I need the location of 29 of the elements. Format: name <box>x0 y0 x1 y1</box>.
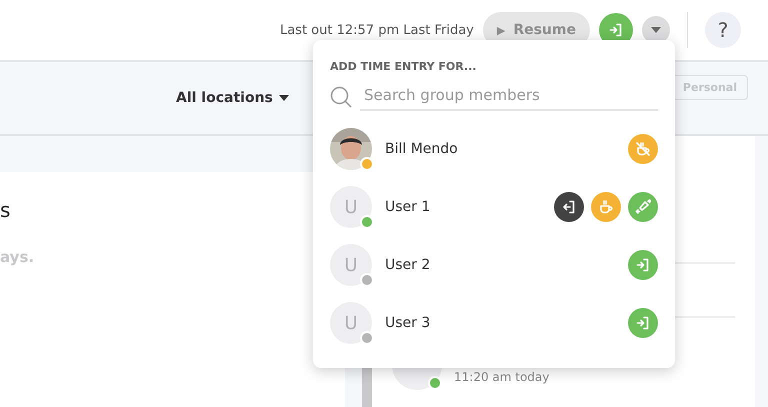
avatar-initial: U <box>344 254 358 276</box>
avatar-initial: U <box>344 312 358 334</box>
avatar-initial: U <box>344 196 358 218</box>
dropdown-title: ADD TIME ENTRY FOR... <box>330 60 478 73</box>
member-name: User 2 <box>385 257 430 273</box>
entry-time: 11:20 am today <box>454 370 550 384</box>
locations-filter[interactable]: All locations <box>176 90 289 106</box>
sign-in-icon <box>609 23 623 37</box>
sign-in-icon <box>636 258 650 272</box>
member-name: User 1 <box>385 199 430 215</box>
switch-button[interactable] <box>628 192 658 222</box>
member-name: User 3 <box>385 315 430 331</box>
last-out-text: Last out 12:57 pm Last Friday <box>280 22 474 38</box>
break-button[interactable] <box>591 192 621 222</box>
coffee-icon <box>598 199 614 215</box>
help-button[interactable]: ? <box>705 12 741 48</box>
section-heading: s <box>0 198 12 222</box>
end-break-button[interactable] <box>628 134 658 164</box>
search-icon <box>330 86 352 108</box>
coffee-off-icon <box>635 141 651 157</box>
clock-in-button[interactable] <box>628 308 658 338</box>
member-name: Bill Mendo <box>385 141 458 157</box>
clock-in-button[interactable] <box>628 250 658 280</box>
tag-arrows-icon <box>635 199 651 215</box>
caret-icon <box>651 27 661 33</box>
sign-in-icon <box>636 316 650 330</box>
clock-out-button[interactable] <box>554 192 584 222</box>
sign-out-icon <box>562 200 576 214</box>
caret-icon <box>278 95 289 101</box>
